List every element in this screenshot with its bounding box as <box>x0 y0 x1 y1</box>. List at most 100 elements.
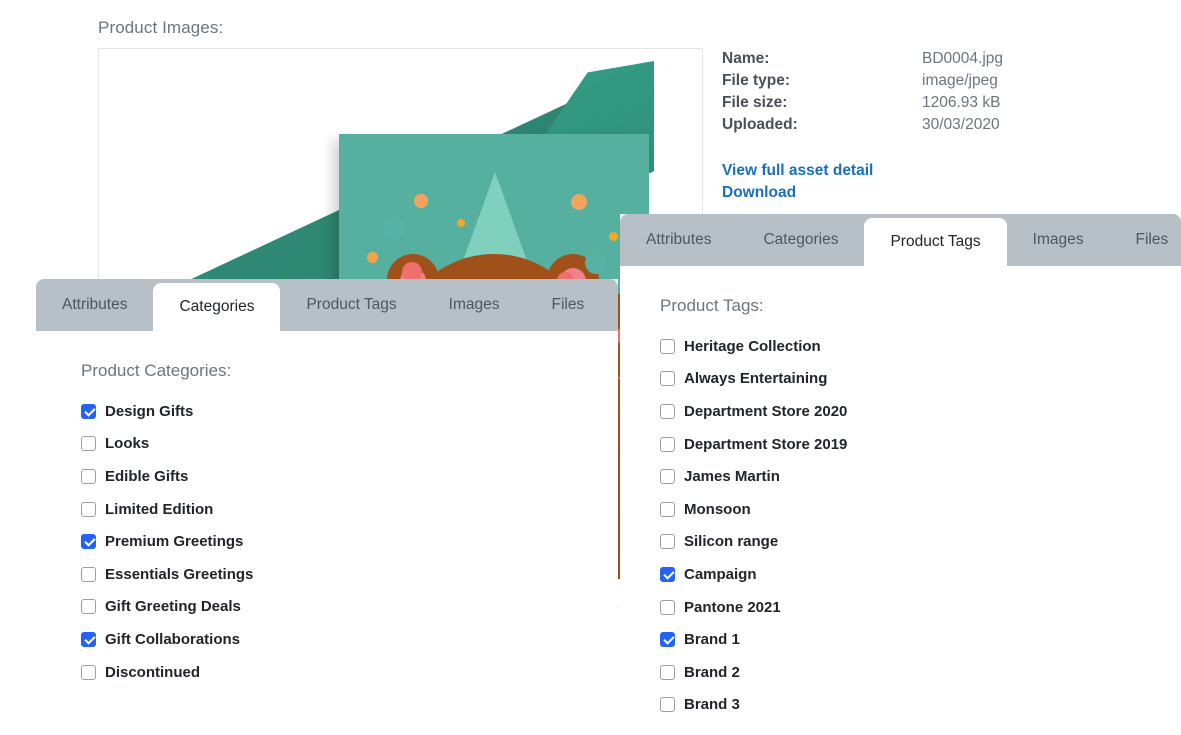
product-tags-tab-bar: Attributes Categories Product Tags Image… <box>620 214 1181 266</box>
download-link[interactable]: Download <box>722 182 1102 204</box>
checkbox-limited-edition[interactable] <box>81 501 96 517</box>
tag-label: James Martin <box>684 468 780 486</box>
tab-files[interactable]: Files <box>1109 214 1181 266</box>
tag-row[interactable]: Department Store 2020 <box>660 395 1181 428</box>
tag-row[interactable]: Pantone 2021 <box>660 591 1181 624</box>
tab-categories[interactable]: Categories <box>153 283 281 331</box>
asset-meta-key: File type: <box>722 72 791 89</box>
category-row[interactable]: Essentials Greetings <box>81 558 618 591</box>
category-row[interactable]: Design Gifts <box>81 395 618 428</box>
category-row[interactable]: Discontinued <box>81 656 618 689</box>
checkbox-essentials-greetings[interactable] <box>81 566 96 582</box>
confetti-dot <box>609 232 618 241</box>
product-tags-panel: Attributes Categories Product Tags Image… <box>620 214 1181 735</box>
category-label: Gift Collaborations <box>105 630 240 648</box>
tab-images[interactable]: Images <box>423 279 526 331</box>
confetti-dot <box>457 219 465 227</box>
tag-label: Monsoon <box>684 500 751 518</box>
categories-panel: Attributes Categories Product Tags Image… <box>36 279 618 735</box>
asset-meta-value: 1206.93 kB <box>922 94 1001 111</box>
category-label: Looks <box>105 435 150 453</box>
asset-meta-value: image/jpeg <box>922 72 998 89</box>
checkbox-brand-1[interactable] <box>660 632 675 648</box>
category-row[interactable]: Edible Gifts <box>81 460 618 493</box>
product-tags-list: Heritage Collection Always Entertaining … <box>660 330 1181 721</box>
checkbox-silicon-range[interactable] <box>660 534 675 550</box>
tag-row[interactable]: Brand 1 <box>660 623 1181 656</box>
categories-panel-body: Product Categories: Design Gifts Looks E… <box>36 331 618 735</box>
asset-meta-key: Name: <box>722 50 770 67</box>
tab-attributes[interactable]: Attributes <box>36 279 153 331</box>
tag-row[interactable]: Always Entertaining <box>660 363 1181 396</box>
category-label: Limited Edition <box>105 500 214 518</box>
category-label: Discontinued <box>105 663 201 681</box>
tag-row[interactable]: Silicon range <box>660 526 1181 559</box>
checkbox-monsoon[interactable] <box>660 501 675 517</box>
checkbox-discontinued[interactable] <box>81 664 96 680</box>
tag-row[interactable]: Brand 2 <box>660 656 1181 689</box>
confetti-dot <box>381 216 405 240</box>
product-images-label: Product Images: <box>98 18 224 37</box>
tag-label: Campaign <box>684 565 757 583</box>
tag-row[interactable]: Brand 3 <box>660 689 1181 722</box>
category-row[interactable]: Limited Edition <box>81 493 618 526</box>
tag-row[interactable]: Department Store 2019 <box>660 428 1181 461</box>
view-full-asset-detail-link[interactable]: View full asset detail <box>722 160 1102 182</box>
checkbox-gift-greeting-deals[interactable] <box>81 599 96 615</box>
confetti-dot <box>367 252 378 263</box>
checkbox-pantone-2021[interactable] <box>660 599 675 615</box>
category-row[interactable]: Gift Greeting Deals <box>81 591 618 624</box>
tag-label: Brand 2 <box>684 663 740 681</box>
asset-detail-panel: Name: BD0004.jpg File type: image/jpeg F… <box>722 50 1102 204</box>
categories-tab-bar: Attributes Categories Product Tags Image… <box>36 279 618 331</box>
tag-label: Department Store 2019 <box>684 435 848 453</box>
tag-label: Brand 3 <box>684 696 740 714</box>
asset-meta-row: File type: image/jpeg <box>722 72 1102 94</box>
category-label: Gift Greeting Deals <box>105 598 241 616</box>
category-label: Premium Greetings <box>105 533 244 551</box>
tag-row[interactable]: Monsoon <box>660 493 1181 526</box>
checkbox-brand-2[interactable] <box>660 664 675 680</box>
category-label: Edible Gifts <box>105 467 189 485</box>
asset-links: View full asset detail Download <box>722 160 1102 204</box>
category-row[interactable]: Looks <box>81 428 618 461</box>
product-categories-list: Design Gifts Looks Edible Gifts Limited … <box>81 395 618 688</box>
category-label: Design Gifts <box>105 402 194 420</box>
checkbox-edible-gifts[interactable] <box>81 468 96 484</box>
asset-meta-value: BD0004.jpg <box>922 50 1004 67</box>
tab-attributes[interactable]: Attributes <box>620 214 737 266</box>
tag-row[interactable]: James Martin <box>660 460 1181 493</box>
checkbox-always-entertaining[interactable] <box>660 371 675 387</box>
checkbox-looks[interactable] <box>81 436 96 452</box>
asset-meta-row: Uploaded: 30/03/2020 <box>722 116 1102 138</box>
tab-product-tags[interactable]: Product Tags <box>280 279 422 331</box>
product-tags-panel-body: Product Tags: Heritage Collection Always… <box>620 266 1181 735</box>
tag-label: Always Entertaining <box>684 370 828 388</box>
tag-row[interactable]: Heritage Collection <box>660 330 1181 363</box>
checkbox-department-store-2019[interactable] <box>660 436 675 452</box>
tag-row[interactable]: Campaign <box>660 558 1181 591</box>
checkbox-premium-greetings[interactable] <box>81 534 96 550</box>
product-tags-title: Product Tags: <box>660 296 764 315</box>
checkbox-brand-3[interactable] <box>660 697 675 713</box>
checkbox-gift-collaborations[interactable] <box>81 631 96 647</box>
checkbox-campaign[interactable] <box>660 566 675 582</box>
confetti-dot <box>571 194 587 210</box>
checkbox-design-gifts[interactable] <box>81 403 96 419</box>
tab-images[interactable]: Images <box>1007 214 1110 266</box>
tag-label: Pantone 2021 <box>684 598 781 616</box>
asset-meta-value: 30/03/2020 <box>922 116 1000 133</box>
asset-meta-table: Name: BD0004.jpg File type: image/jpeg F… <box>722 50 1102 138</box>
checkbox-heritage-collection[interactable] <box>660 338 675 354</box>
category-row[interactable]: Gift Collaborations <box>81 623 618 656</box>
tab-files[interactable]: Files <box>525 279 610 331</box>
category-row[interactable]: Premium Greetings <box>81 525 618 558</box>
checkbox-department-store-2020[interactable] <box>660 403 675 419</box>
asset-meta-row: File size: 1206.93 kB <box>722 94 1102 116</box>
tab-categories[interactable]: Categories <box>737 214 864 266</box>
tag-label: Brand 1 <box>684 631 740 649</box>
confetti-dot <box>585 252 607 274</box>
checkbox-james-martin[interactable] <box>660 469 675 485</box>
tab-product-tags[interactable]: Product Tags <box>864 218 1007 266</box>
tag-label: Silicon range <box>684 533 779 551</box>
